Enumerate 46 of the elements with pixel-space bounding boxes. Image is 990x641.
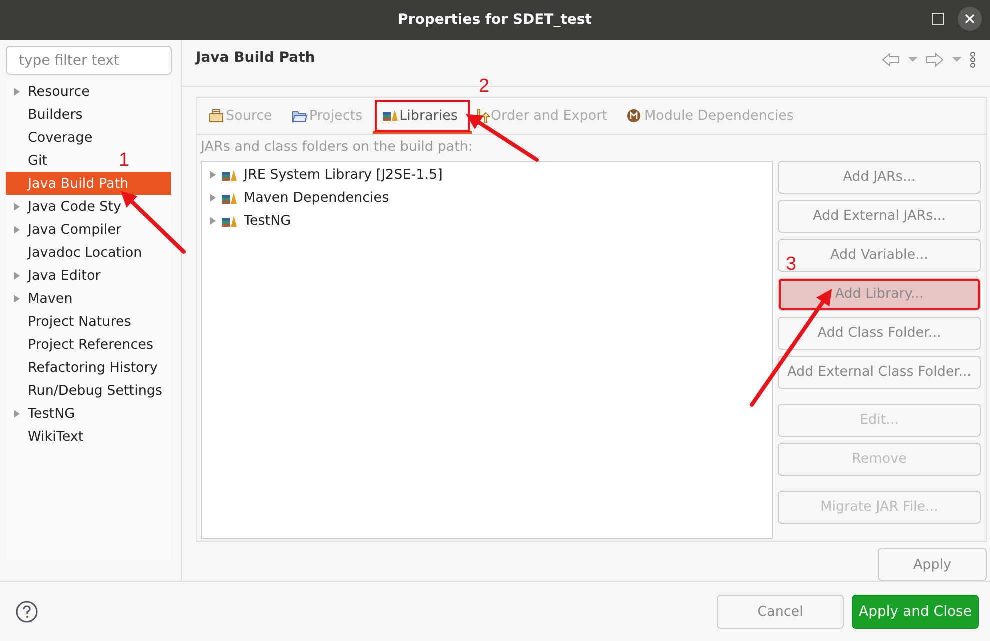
help-icon xyxy=(16,600,38,622)
sidebar-item[interactable]: Coverage xyxy=(6,126,96,149)
sidebar-item[interactable]: Git xyxy=(6,149,51,172)
annotation-number: 2 xyxy=(479,76,490,98)
forward-arrow-icon xyxy=(926,52,944,67)
library-books-icon xyxy=(382,108,399,123)
sidebar-item[interactable]: Builders xyxy=(6,103,86,126)
expand-arrow-icon xyxy=(14,294,20,302)
window-title: Properties for SDET_test xyxy=(398,12,592,28)
sidebar-item[interactable]: Java Code Sty xyxy=(6,195,125,218)
more-options-icon xyxy=(970,52,976,68)
library-books-icon xyxy=(222,192,238,205)
maximize-button[interactable] xyxy=(932,13,944,25)
sidebar-item[interactable]: Java Editor xyxy=(6,264,104,287)
list-label: JARs and class folders on the build path: xyxy=(201,138,474,157)
module-icon xyxy=(627,108,644,123)
page-title: Java Build Path xyxy=(196,50,316,66)
expand-arrow-icon xyxy=(14,88,20,96)
expand-arrow-icon xyxy=(14,202,20,210)
sidebar-item[interactable]: Java Build Path xyxy=(6,172,171,195)
sidebar-item[interactable]: Project References xyxy=(6,333,156,356)
sidebar-item[interactable]: TestNG xyxy=(6,402,78,425)
sidebar-item[interactable]: WikiText xyxy=(6,425,87,448)
sidebar-item[interactable]: Resource xyxy=(6,80,93,103)
annotation-number: 1 xyxy=(119,150,130,172)
dropdown-caret-icon xyxy=(908,57,918,62)
sidebar-item[interactable]: Project Natures xyxy=(6,310,134,333)
sidebar-item[interactable]: Refactoring History xyxy=(6,356,161,379)
expand-arrow-icon xyxy=(14,410,20,418)
close-icon xyxy=(965,14,975,24)
library-item[interactable]: JRE System Library [J2SE-1.5] xyxy=(202,164,772,187)
expand-arrow-icon xyxy=(14,226,20,234)
sidebar-item[interactable]: Run/Debug Settings xyxy=(6,379,166,402)
close-button[interactable] xyxy=(958,7,982,31)
dropdown-caret-icon xyxy=(952,57,962,62)
back-arrow-icon xyxy=(882,52,900,67)
sidebar-item[interactable]: Java Compiler xyxy=(6,218,125,241)
library-books-icon xyxy=(222,168,238,182)
filter-field[interactable]: type filter text xyxy=(6,46,172,75)
library-item[interactable]: TestNG xyxy=(202,210,772,233)
library-item[interactable]: Maven Dependencies xyxy=(202,186,772,210)
library-books-icon xyxy=(222,214,238,228)
tab[interactable]: Libraries xyxy=(372,98,472,134)
sidebar-item[interactable]: Maven xyxy=(6,287,76,310)
sidebar-item[interactable]: Javadoc Location xyxy=(6,241,146,264)
expand-arrow-icon xyxy=(14,272,20,280)
